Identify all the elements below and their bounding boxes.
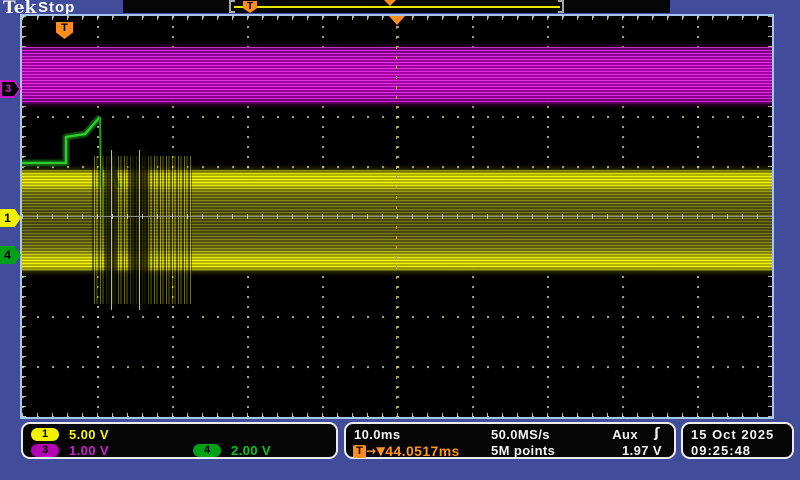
date-readout: 15 Oct 2025 [691, 427, 774, 442]
channel3-marker-label: 3 [2, 82, 14, 96]
time-readout: 09:25:48 [691, 443, 751, 458]
channel1-scale: 5.00 V [69, 427, 109, 442]
channel4-badge[interactable]: 4 [193, 444, 221, 457]
expansion-point-triangle-icon[interactable] [389, 16, 405, 25]
trigger-t-badge-icon: T [353, 445, 366, 458]
channel3-position-marker-inner: 3 [2, 82, 19, 96]
channel-readout-box[interactable]: 1 5.00 V 3 1.00 V 4 2.00 V [21, 422, 338, 459]
horizontal-trigger-readout-box[interactable]: 10.0ms 50.0MS/s Aux ʃ T → ▼ 44.0517ms 5M… [344, 422, 676, 459]
trigger-slope-icon: ʃ [654, 426, 660, 441]
channel1-badge[interactable]: 1 [31, 428, 59, 441]
channel1-dropout [104, 150, 118, 310]
trigger-delay-readout: T → ▼ 44.0517ms [353, 443, 460, 459]
channel3-badge[interactable]: 3 [31, 444, 59, 457]
window-bracket-left-icon[interactable] [229, 0, 235, 13]
channel1-spike [111, 150, 112, 310]
sample-rate-readout: 50.0MS/s [491, 427, 550, 442]
record-length-readout: 5M points [491, 443, 555, 458]
record-trigger-marker-icon[interactable]: T [243, 1, 257, 13]
trigger-delay-triangle-icon: ▼ [376, 444, 385, 458]
center-gridline-ticks [22, 214, 772, 219]
channel4-scale: 2.00 V [231, 443, 271, 458]
datetime-box: 15 Oct 2025 09:25:48 [681, 422, 794, 459]
timebase-readout: 10.0ms [354, 427, 401, 442]
channel1-spike [139, 150, 140, 310]
channel1-position-marker[interactable]: 1 [0, 209, 21, 227]
trigger-level-readout: 1.97 V [622, 443, 662, 458]
channel4-position-marker[interactable]: 4 [0, 246, 21, 264]
channel3-scale: 1.00 V [69, 443, 109, 458]
window-bracket-right-icon[interactable] [558, 0, 564, 13]
trigger-delay-value: 44.0517ms [385, 443, 459, 459]
record-view-bar[interactable]: T [123, 0, 670, 13]
channel4-marker-label: 4 [0, 246, 15, 264]
waveform-display: T [22, 16, 772, 417]
record-expansion-triangle-icon[interactable] [384, 0, 396, 6]
graticule-frame: T [20, 14, 774, 419]
channel1-marker-label: 1 [0, 209, 15, 227]
oscilloscope-screen: Tek Stop T [0, 0, 800, 480]
record-window-line[interactable] [234, 6, 560, 8]
trigger-arrow-icon: → [366, 444, 376, 458]
channel1-dropout [127, 150, 151, 310]
channel3-position-marker[interactable]: 3 [0, 80, 21, 98]
trigger-source-readout: Aux [612, 427, 638, 442]
